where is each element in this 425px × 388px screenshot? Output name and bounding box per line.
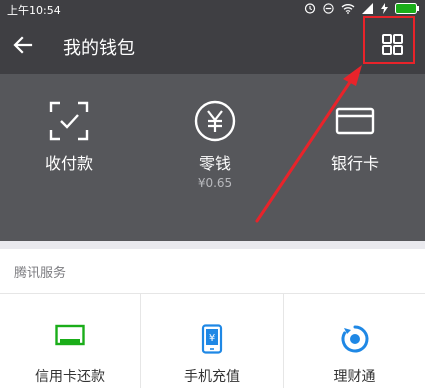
signal-icon bbox=[362, 2, 373, 14]
highlight-box bbox=[363, 16, 415, 64]
phone-topup-button[interactable]: ¥ 手机充值 bbox=[141, 294, 283, 388]
change-label: 零钱 bbox=[198, 154, 231, 173]
licaitong-icon bbox=[341, 325, 368, 353]
bank-card-button[interactable]: 银行卡 bbox=[300, 74, 410, 214]
scan-pay-icon bbox=[49, 101, 89, 141]
mobile-phone-icon: ¥ bbox=[201, 324, 223, 354]
status-time: 上午10:54 bbox=[7, 4, 61, 17]
wealth-management-button[interactable]: 理财通 bbox=[284, 294, 425, 388]
back-arrow-icon[interactable] bbox=[10, 32, 36, 58]
battery-icon bbox=[395, 2, 419, 14]
section-title: 腾讯服务 bbox=[14, 266, 67, 281]
change-button[interactable]: 零钱 ¥0.65 bbox=[160, 74, 270, 214]
alarm-icon bbox=[304, 3, 316, 14]
receive-pay-button[interactable]: 收付款 bbox=[14, 74, 124, 214]
yen-coin-icon bbox=[194, 100, 236, 142]
status-bar: 上午10:54 bbox=[0, 0, 425, 18]
credit-card-icon bbox=[55, 324, 85, 346]
tencent-services-section: 腾讯服务 信用卡还款 ¥ 手机充值 理财通 bbox=[0, 249, 425, 388]
credit-card-repay-label: 信用卡还款 bbox=[35, 369, 105, 385]
bank-card-label: 银行卡 bbox=[330, 154, 379, 173]
wallet-top-panel: 收付款 零钱 ¥0.65 银行卡 bbox=[0, 74, 425, 241]
page-title: 我的钱包 bbox=[63, 38, 135, 59]
bank-card-icon bbox=[335, 107, 375, 135]
svg-text:¥: ¥ bbox=[209, 333, 215, 344]
phone-topup-label: 手机充值 bbox=[184, 369, 240, 385]
credit-card-repay-button[interactable]: 信用卡还款 bbox=[0, 294, 140, 388]
change-balance: ¥0.65 bbox=[197, 176, 233, 190]
wealth-management-label: 理财通 bbox=[333, 369, 376, 385]
nav-bar: 我的钱包 bbox=[0, 18, 425, 74]
status-icons bbox=[304, 2, 419, 14]
wifi-icon bbox=[341, 3, 355, 14]
receive-pay-label: 收付款 bbox=[44, 154, 93, 173]
charging-icon bbox=[381, 2, 388, 14]
dnd-icon bbox=[323, 2, 334, 14]
